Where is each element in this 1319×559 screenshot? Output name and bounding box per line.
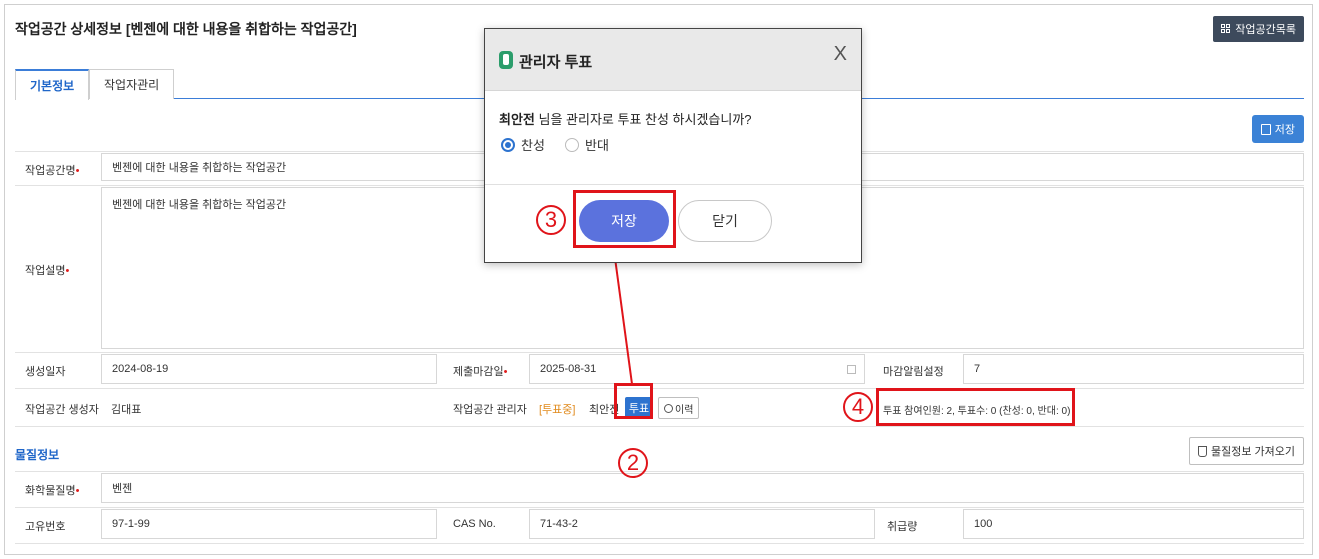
- radio-disagree-dot[interactable]: [565, 137, 579, 152]
- radio-disagree[interactable]: 반대: [565, 135, 609, 154]
- radio-agree-label: 찬성: [521, 138, 545, 153]
- radio-agree[interactable]: 찬성: [501, 135, 545, 154]
- document-icon: [499, 51, 513, 69]
- step-3-marker: 3: [536, 205, 566, 235]
- dialog-close-button[interactable]: 닫기: [678, 200, 772, 242]
- radio-agree-dot[interactable]: [501, 137, 515, 152]
- radio-disagree-label: 반대: [585, 138, 609, 153]
- dialog-question: 최안전 님을 관리자로 투표 찬성 하시겠습니까?: [499, 112, 752, 127]
- dialog-title: 관리자 투표: [519, 54, 593, 71]
- dialog-header: 관리자 투표 X: [485, 29, 861, 91]
- close-icon[interactable]: X: [834, 43, 847, 66]
- highlight-dialog-save: [573, 190, 676, 248]
